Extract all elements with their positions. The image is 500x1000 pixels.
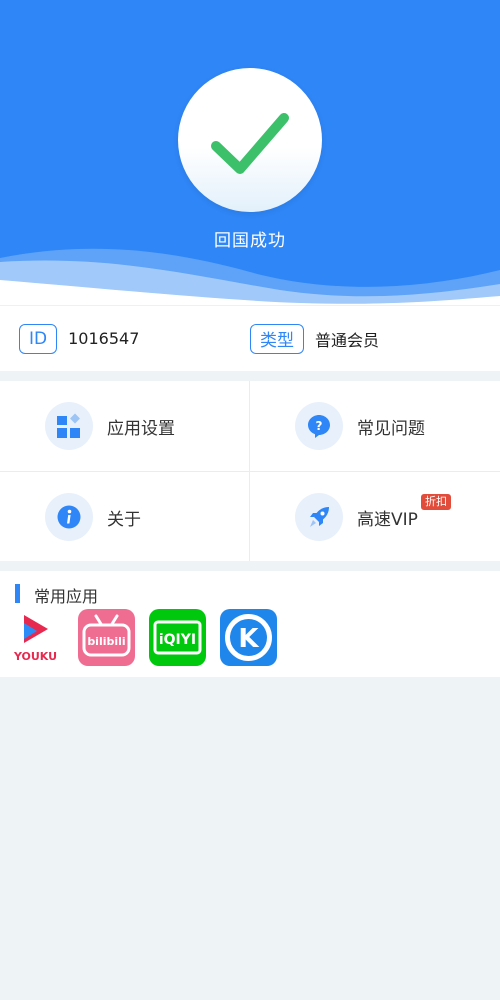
success-badge	[178, 68, 322, 212]
common-apps-title: 常用应用	[34, 587, 99, 606]
youku-icon-text: YOUKU	[13, 650, 57, 663]
high-speed-vip-button[interactable]: 高速VIP 折扣	[250, 472, 499, 562]
youku-icon: YOUKU	[7, 609, 64, 666]
check-icon	[211, 113, 289, 174]
app-settings-button[interactable]: 应用设置	[0, 381, 249, 471]
grid-settings-icon	[57, 413, 80, 438]
about-button[interactable]: 关于	[0, 472, 249, 562]
info-icon	[57, 505, 81, 529]
faq-button[interactable]: ? 常见问题	[250, 381, 499, 471]
kugou-icon: K	[220, 609, 277, 666]
common-apps-section: 常用应用 YOUKU bilibili iQIYI K	[0, 571, 500, 677]
connection-status-text: 回国成功	[214, 231, 286, 251]
kugou-app[interactable]: K	[220, 609, 277, 666]
type-tag: 类型	[250, 323, 304, 354]
status-header: 回国成功	[0, 0, 500, 305]
discount-badge: 折扣	[421, 494, 451, 510]
youku-app[interactable]: YOUKU	[7, 609, 64, 666]
account-type: 类型 普通会员	[250, 306, 379, 371]
iqiyi-icon: iQIYI	[149, 609, 206, 666]
iqiyi-icon-text: iQIYI	[159, 632, 196, 648]
about-label: 关于	[107, 509, 141, 530]
app-settings-label: 应用设置	[107, 418, 175, 439]
faq-label: 常见问题	[357, 418, 425, 439]
bilibili-app[interactable]: bilibili	[78, 609, 135, 666]
account-info-row: ID 1016547 类型 普通会员	[0, 305, 500, 371]
section-accent-bar	[15, 584, 20, 603]
bilibili-icon: bilibili	[78, 609, 135, 666]
id-tag: ID	[19, 323, 58, 354]
kugou-icon-text: K	[238, 624, 259, 654]
type-value: 普通会员	[315, 330, 380, 350]
bilibili-icon-text: bilibili	[87, 635, 125, 648]
menu-grid: 应用设置 ? 常见问题 关于 高速VIP 折扣	[0, 381, 500, 561]
iqiyi-app[interactable]: iQIYI	[149, 609, 206, 666]
id-value: 1016547	[68, 329, 140, 348]
account-id: ID 1016547	[19, 306, 139, 371]
svg-text:?: ?	[316, 419, 323, 433]
high-speed-vip-label: 高速VIP	[357, 509, 418, 530]
rocket-icon	[310, 507, 329, 527]
question-icon: ?	[308, 415, 330, 438]
